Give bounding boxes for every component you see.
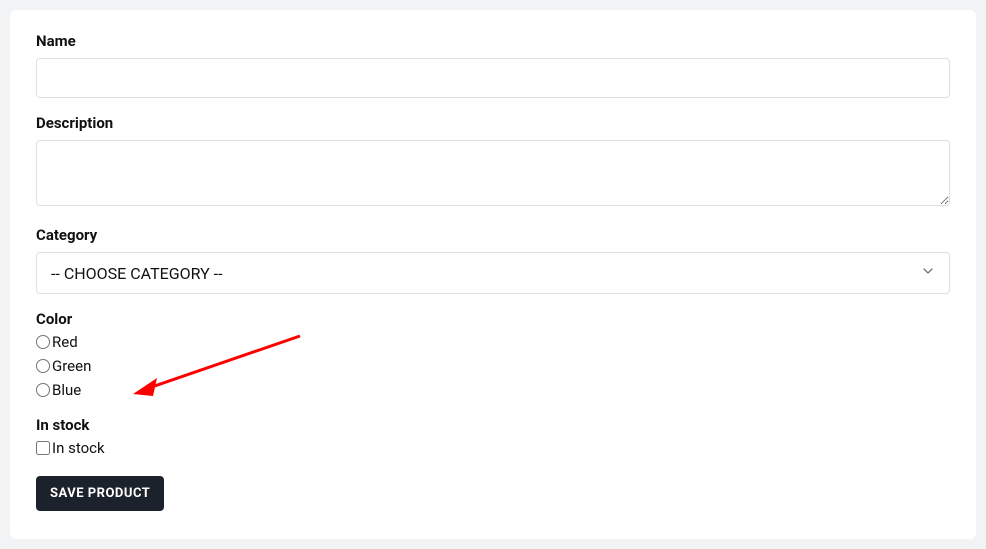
product-form-card: Name Description Category -- CHOOSE CATE… <box>10 10 976 539</box>
name-input[interactable] <box>36 58 950 98</box>
color-radio-label: Green <box>52 354 91 378</box>
color-radio-label: Blue <box>52 378 81 402</box>
color-option-blue[interactable]: Blue <box>36 378 950 402</box>
category-select[interactable]: -- CHOOSE CATEGORY -- <box>36 252 950 294</box>
category-field-group: Category -- CHOOSE CATEGORY -- <box>36 226 950 294</box>
category-label: Category <box>36 226 950 244</box>
stock-checkbox[interactable] <box>36 441 50 455</box>
description-field-group: Description <box>36 114 950 210</box>
name-field-group: Name <box>36 32 950 98</box>
color-radio-blue[interactable] <box>36 383 50 397</box>
color-radio-green[interactable] <box>36 359 50 373</box>
color-option-red[interactable]: Red <box>36 330 950 354</box>
color-option-green[interactable]: Green <box>36 354 950 378</box>
color-field-group: Color Red Green Blue <box>36 310 950 402</box>
stock-label: In stock <box>36 416 950 434</box>
name-label: Name <box>36 32 950 50</box>
stock-checkbox-label: In stock <box>52 436 105 460</box>
stock-field-group: In stock In stock <box>36 416 950 460</box>
color-label: Color <box>36 310 950 328</box>
description-input[interactable] <box>36 140 950 206</box>
color-radio-red[interactable] <box>36 335 50 349</box>
stock-checkbox-row[interactable]: In stock <box>36 436 950 460</box>
save-product-button[interactable]: SAVE PRODUCT <box>36 476 164 511</box>
color-radio-label: Red <box>52 330 78 354</box>
description-label: Description <box>36 114 950 132</box>
category-select-wrapper: -- CHOOSE CATEGORY -- <box>36 252 950 294</box>
